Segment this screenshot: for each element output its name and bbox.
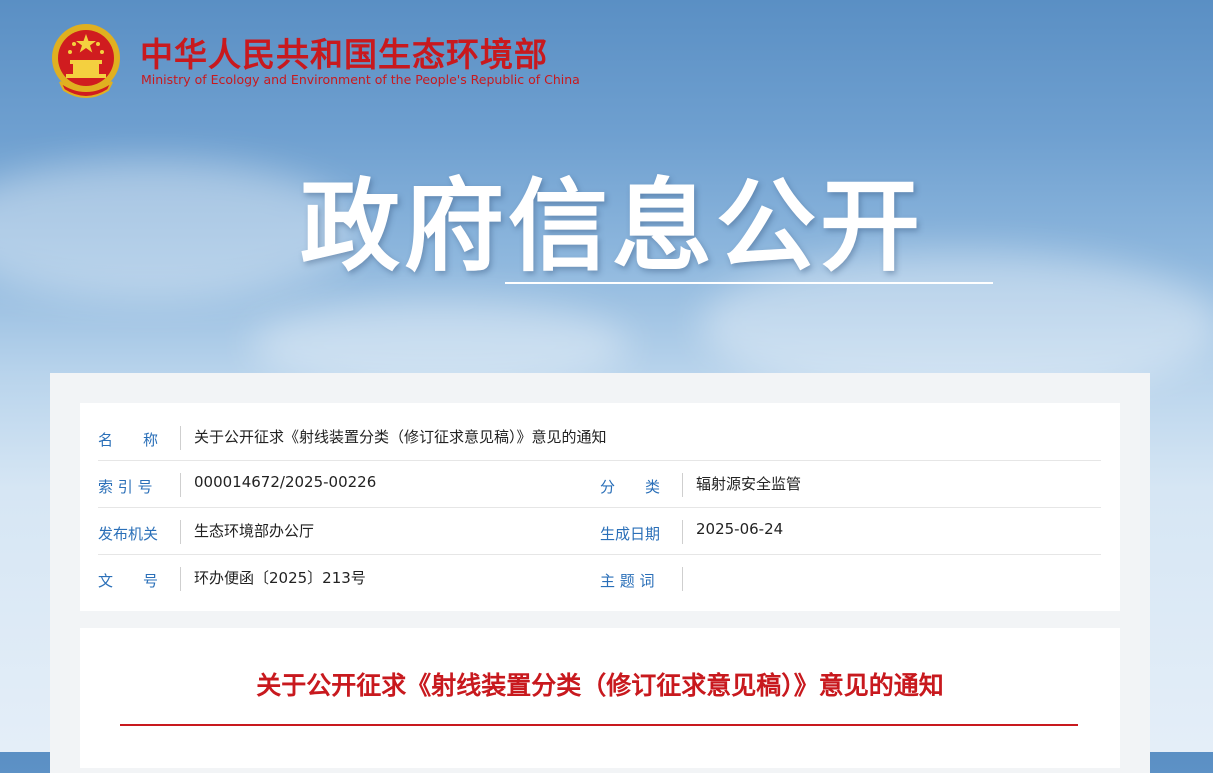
meta-divider — [682, 473, 683, 497]
meta-divider — [180, 520, 181, 544]
meta-value-issuer: 生态环境部办公厅 — [194, 522, 315, 540]
hero-divider — [505, 282, 993, 284]
meta-label-category: 分 类 — [600, 478, 661, 496]
article-card: 关于公开征求《射线装置分类（修订征求意见稿）》意见的通知 — [80, 628, 1120, 768]
meta-value-date: 2025-06-24 — [696, 520, 784, 538]
meta-divider — [180, 567, 181, 591]
national-emblem-icon[interactable] — [50, 22, 122, 102]
meta-label-date: 生成日期 — [600, 525, 661, 543]
meta-value-index: 000014672/2025-00226 — [194, 473, 377, 491]
meta-divider — [682, 520, 683, 544]
article-title: 关于公开征求《射线装置分类（修订征求意见稿）》意见的通知 — [256, 671, 944, 700]
meta-label-docno: 文 号 — [98, 572, 159, 590]
meta-row-name: 名 称 关于公开征求《射线装置分类（修订征求意见稿）》意见的通知 — [98, 414, 1101, 461]
meta-value-name: 关于公开征求《射线装置分类（修订征求意见稿）》意见的通知 — [194, 428, 607, 446]
meta-value-docno: 环办便函〔2025〕213号 — [194, 569, 366, 587]
meta-label-issuer: 发布机关 — [98, 525, 159, 543]
article-title-rule — [120, 724, 1078, 726]
meta-label-index: 索 引 号 — [98, 478, 153, 496]
metadata-card: 名 称 关于公开征求《射线装置分类（修订征求意见稿）》意见的通知 索 引 号 0… — [80, 403, 1120, 611]
meta-label-name: 名 称 — [98, 431, 159, 449]
org-name-cn[interactable]: 中华人民共和国生态环境部 — [140, 28, 548, 76]
meta-row-docno: 文 号 环办便函〔2025〕213号 主 题 词 — [98, 555, 1101, 601]
meta-row-issuer: 发布机关 生态环境部办公厅 生成日期 2025-06-24 — [98, 508, 1101, 555]
hero-title: 政府信息公开 — [300, 168, 924, 285]
org-name-en[interactable]: Ministry of Ecology and Environment of t… — [141, 72, 580, 87]
meta-divider — [180, 426, 181, 450]
meta-divider — [682, 567, 683, 591]
meta-divider — [180, 473, 181, 497]
meta-row-index: 索 引 号 000014672/2025-00226 分 类 辐射源安全监管 — [98, 461, 1101, 508]
meta-value-category: 辐射源安全监管 — [696, 475, 802, 493]
meta-label-subject: 主 题 词 — [600, 572, 655, 590]
